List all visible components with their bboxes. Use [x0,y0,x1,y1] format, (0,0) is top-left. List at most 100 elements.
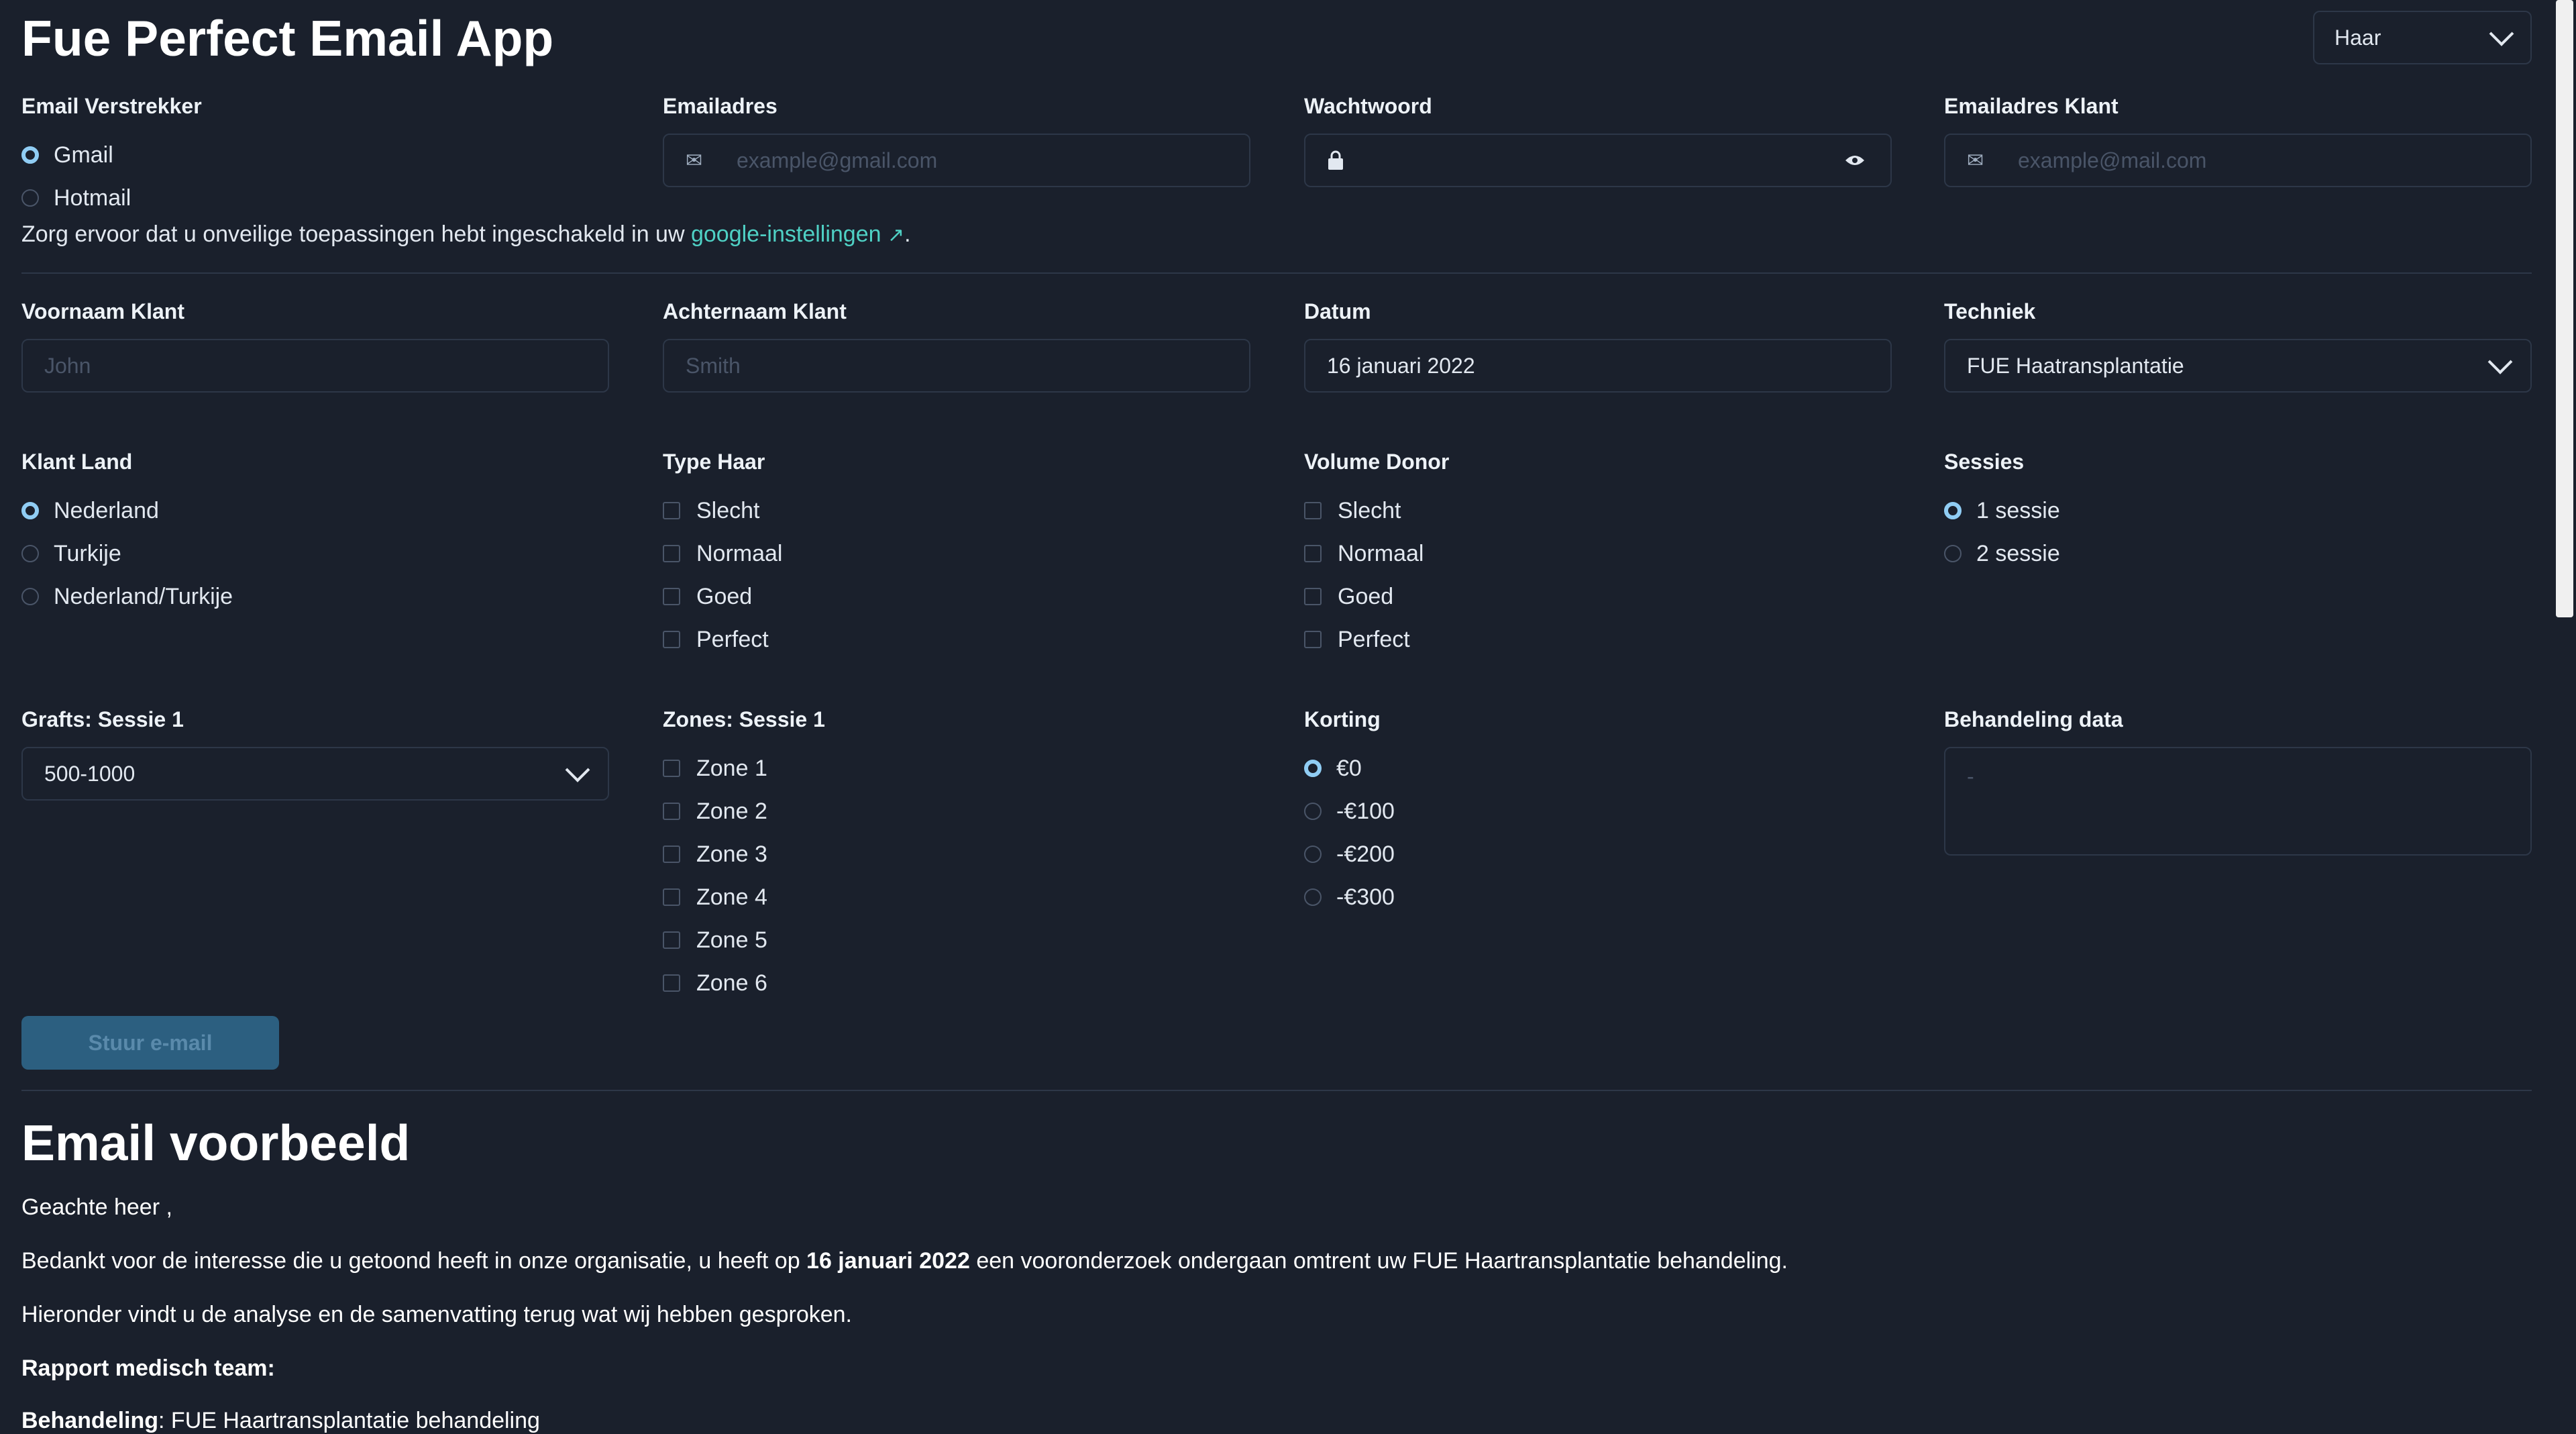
option-label: Normaal [696,540,783,566]
password-label: Wachtwoord [1304,94,1432,118]
discount-label: Korting [1304,707,1381,731]
sessions-option[interactable]: 2 sessie [1944,532,2532,575]
discount-option[interactable]: -€100 [1304,790,1892,833]
provider-label: Email Verstrekker [21,94,202,118]
scrollbar[interactable] [2553,0,2576,1423]
first-name-field[interactable]: John [21,339,609,393]
treatment-data-label: Behandeling data [1944,707,2123,731]
technique-group: Techniek FUE Haatransplantatie [1944,299,2532,393]
donor-volume-option[interactable]: Slecht [1304,489,1892,532]
last-name-placeholder: Smith [686,353,741,378]
hair-type-option[interactable]: Normaal [663,532,1250,575]
checkbox[interactable] [663,760,680,777]
radio-1-sessie[interactable] [1944,502,1962,519]
radio-2-sessie[interactable] [1944,545,1962,562]
radio-nederland[interactable] [21,502,39,519]
sessions-option[interactable]: 1 sessie [1944,489,2532,532]
radio-100[interactable] [1304,803,1322,820]
sessions-label: Sessies [1944,450,2025,474]
radio-gmail[interactable] [21,146,39,164]
scrollbar-thumb[interactable] [2556,0,2573,617]
chevron-down-icon [2487,349,2513,374]
radio-hotmail[interactable] [21,189,39,207]
checkbox[interactable] [663,588,680,605]
notice-end: . [904,221,911,247]
discount-option[interactable]: -€300 [1304,876,1892,919]
checkbox[interactable] [663,846,680,863]
technique-select[interactable]: FUE Haatransplantatie [1944,339,2532,393]
external-link-icon[interactable]: ↗ [888,224,904,246]
lock-icon [1327,150,1351,170]
zone-option[interactable]: Zone 2 [663,790,1250,833]
divider [21,1090,2532,1091]
radio-turkije[interactable] [21,545,39,562]
provider-option-hotmail[interactable]: Hotmail [21,176,609,219]
notice-text: Zorg ervoor dat u onveilige toepassingen… [21,221,691,247]
option-label: -€100 [1336,798,1395,824]
grafts-select[interactable]: 500-1000 [21,747,609,801]
zone-option[interactable]: Zone 5 [663,919,1250,962]
discount-option[interactable]: -€200 [1304,833,1892,876]
country-option[interactable]: Nederland/Turkije [21,575,609,618]
category-select[interactable]: Haar [2313,11,2532,64]
zone-option[interactable]: Zone 4 [663,876,1250,919]
checkbox[interactable] [663,545,680,562]
preview-text: een vooronderzoek ondergaan omtrent uw F… [969,1248,1788,1274]
radio-0[interactable] [1304,760,1322,777]
checkbox[interactable] [663,974,680,992]
radio-nederland-turkije[interactable] [21,588,39,605]
report-heading: Rapport medisch team: [21,1355,275,1381]
eye-icon[interactable] [1845,154,1869,167]
zone-option[interactable]: Zone 1 [663,747,1250,790]
option-label: Nederland [54,497,159,523]
client-email-label: Emailadres Klant [1944,94,2118,118]
checkbox[interactable] [663,631,680,648]
email-label: Emailadres [663,94,777,118]
radio-300[interactable] [1304,888,1322,906]
preview-text: Bedankt voor de interesse die u getoond … [21,1248,807,1274]
hair-type-option[interactable]: Perfect [663,618,1250,661]
email-placeholder: example@gmail.com [737,148,938,172]
zone-option[interactable]: Zone 6 [663,962,1250,1005]
radio-200[interactable] [1304,846,1322,863]
treatment-data-textarea[interactable]: - [1944,747,2532,856]
donor-volume-option[interactable]: Normaal [1304,532,1892,575]
last-name-field[interactable]: Smith [663,339,1250,393]
password-field[interactable] [1304,134,1892,187]
donor-volume-option[interactable]: Perfect [1304,618,1892,661]
sessions-group: Sessies 1 sessie 2 sessie [1944,450,2532,575]
technique-label: Techniek [1944,299,2036,323]
client-email-field[interactable]: ✉ example@mail.com [1944,134,2532,187]
checkbox[interactable] [663,803,680,820]
grafts-value: 500-1000 [44,761,136,786]
checkbox[interactable] [1304,631,1322,648]
hair-type-option[interactable]: Slecht [663,489,1250,532]
country-option[interactable]: Turkije [21,532,609,575]
date-field[interactable]: 16 januari 2022 [1304,339,1892,393]
option-label: Slecht [1338,497,1401,523]
checkbox[interactable] [663,502,680,519]
send-email-button[interactable]: Stuur e-mail [21,1016,279,1070]
country-option[interactable]: Nederland [21,489,609,532]
first-name-group: Voornaam Klant John [21,299,609,393]
email-group: Emailadres ✉ example@gmail.com [663,94,1250,187]
provider-group: Email Verstrekker Gmail Hotmail [21,94,609,219]
client-email-group: Emailadres Klant ✉ example@mail.com [1944,94,2532,187]
discount-option[interactable]: €0 [1304,747,1892,790]
hair-type-group: Type Haar Slecht Normaal Goed Perfect [663,450,1250,661]
date-value: 16 januari 2022 [1327,353,1475,378]
treatment-value: : FUE Haartransplantatie behandeling [158,1408,540,1433]
email-field[interactable]: ✉ example@gmail.com [663,134,1250,187]
donor-volume-option[interactable]: Goed [1304,575,1892,618]
checkbox[interactable] [1304,545,1322,562]
provider-option-gmail[interactable]: Gmail [21,134,609,176]
checkbox[interactable] [1304,588,1322,605]
checkbox[interactable] [663,888,680,906]
option-label: Goed [1338,583,1394,609]
checkbox[interactable] [1304,502,1322,519]
zones-group: Zones: Sessie 1 Zone 1 Zone 2 Zone 3 Zon… [663,707,1250,1005]
zone-option[interactable]: Zone 3 [663,833,1250,876]
google-settings-link[interactable]: google-instellingen [691,221,881,247]
hair-type-option[interactable]: Goed [663,575,1250,618]
checkbox[interactable] [663,931,680,949]
